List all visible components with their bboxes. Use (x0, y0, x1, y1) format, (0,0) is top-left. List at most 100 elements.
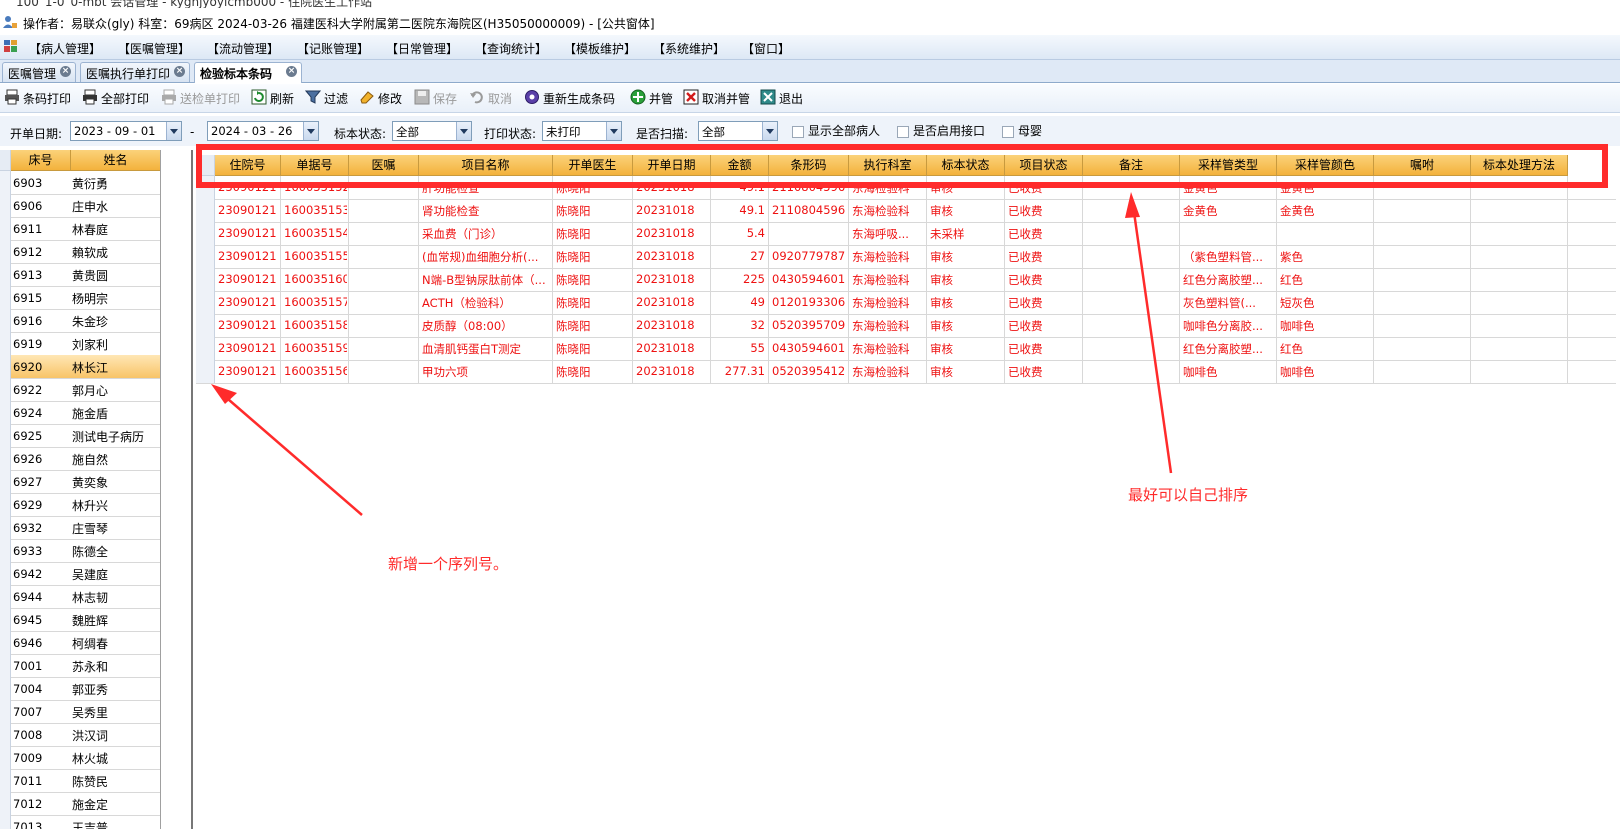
exit-button[interactable]: 退出 (760, 88, 806, 108)
row-header[interactable] (0, 355, 11, 378)
patient-row[interactable]: 6912 賴软成 (0, 240, 160, 264)
row-header[interactable] (0, 470, 11, 493)
menu-flow-management[interactable]: 【流动管理】 (207, 40, 279, 57)
patient-row[interactable]: 7011 陈赞民 (0, 769, 160, 793)
close-icon[interactable]: × (60, 66, 71, 77)
menu-patient-management[interactable]: 【病人管理】 (29, 40, 101, 57)
filter-button[interactable]: 过滤 (305, 88, 351, 108)
patient-row[interactable]: 6911 林春庭 (0, 217, 160, 241)
order-row[interactable]: 23090121 160035156 甲功六项 陈晓阳 20231018 277.31 05… (196, 360, 1616, 384)
row-header[interactable] (0, 792, 11, 815)
order-row[interactable]: 23090121 160035155 (血常规)血细胞分析(... 陈晓阳 202310… (196, 245, 1616, 269)
row-header[interactable] (0, 401, 11, 424)
refresh-button[interactable]: 刷新 (251, 88, 299, 108)
patient-row[interactable]: 7013 王吉普 (0, 815, 160, 829)
chevron-down-icon[interactable] (166, 122, 181, 140)
patient-row[interactable]: 6919 刘家利 (0, 332, 160, 356)
patient-row[interactable]: 6916 朱金珍 (0, 309, 160, 333)
row-header[interactable] (0, 700, 11, 723)
row-header[interactable] (0, 769, 11, 792)
patient-row[interactable]: 6924 施金盾 (0, 401, 160, 425)
menu-window[interactable]: 【窗口】 (742, 40, 790, 57)
order-row[interactable]: 23090121 160035154 采血费（门诊） 陈晓阳 20231018 5.4 东海… (196, 222, 1616, 246)
menu-system-maintenance[interactable]: 【系统维护】 (653, 40, 725, 57)
menu-template-maintenance[interactable]: 【模板维护】 (564, 40, 636, 57)
row-header[interactable] (196, 291, 215, 314)
row-header[interactable] (0, 194, 11, 217)
patient-row[interactable]: 6927 黄奕象 (0, 470, 160, 494)
row-header[interactable] (196, 268, 215, 291)
patient-row[interactable]: 6944 林志韧 (0, 585, 160, 609)
patient-row[interactable]: 6942 吴建庭 (0, 562, 160, 586)
show-all-patients-checkbox[interactable] (792, 126, 804, 138)
row-header[interactable] (0, 332, 11, 355)
row-header[interactable] (0, 631, 11, 654)
order-row[interactable]: 23090121 160035159 血清肌钙蛋白T测定 陈晓阳 20231018 55 0… (196, 337, 1616, 361)
row-header[interactable] (0, 263, 11, 286)
chevron-down-icon[interactable] (606, 122, 621, 140)
order-row[interactable]: 23090121 160035160 N端-B型钠尿肽前体（... 陈晓阳 202310… (196, 268, 1616, 292)
date-from-picker[interactable]: 2023 - 09 - 01 (70, 121, 182, 141)
panel-splitter[interactable] (163, 150, 193, 829)
chevron-down-icon[interactable] (762, 122, 777, 140)
order-row[interactable]: 23090121 160035157 ACTH（检验科） 陈晓阳 20231018 49 0… (196, 291, 1616, 315)
merge-tube-button[interactable]: 并管 (630, 88, 676, 108)
row-header[interactable] (0, 723, 11, 746)
patient-row[interactable]: 6925 测试电子病历 (0, 424, 160, 448)
row-header[interactable] (0, 493, 11, 516)
send-form-print-button[interactable]: 送检单打印 (161, 88, 241, 108)
save-button[interactable]: 保存 (414, 88, 462, 108)
patient-row[interactable]: 6922 郭月心 (0, 378, 160, 402)
use-interface-checkbox[interactable] (897, 126, 909, 138)
patient-row[interactable]: 6906 庄申水 (0, 194, 160, 218)
row-header[interactable] (0, 539, 11, 562)
row-header[interactable] (0, 309, 11, 332)
app-menu-icon[interactable] (4, 40, 17, 52)
chevron-down-icon[interactable] (303, 122, 318, 140)
row-header[interactable] (0, 562, 11, 585)
column-header-name[interactable]: 姓名 (71, 150, 160, 171)
order-row[interactable]: 23090121 160035158 皮质醇（08:00） 陈晓阳 20231018 32… (196, 314, 1616, 338)
patient-row[interactable]: 6913 黄贵圆 (0, 263, 160, 287)
date-to-picker[interactable]: 2024 - 03 - 26 (207, 121, 319, 141)
row-header[interactable] (0, 516, 11, 539)
patient-row[interactable]: 7004 郭亚秀 (0, 677, 160, 701)
edit-button[interactable]: 修改 (359, 88, 407, 108)
row-header[interactable] (196, 222, 215, 245)
patient-row[interactable]: 6933 陈德全 (0, 539, 160, 563)
menu-query-statistics[interactable]: 【查询统计】 (475, 40, 547, 57)
order-row[interactable]: 23090121 160035153 肾功能检查 陈晓阳 20231018 49.1 211… (196, 199, 1616, 223)
menu-accounting-management[interactable]: 【记账管理】 (297, 40, 369, 57)
patient-row[interactable]: 6915 杨明宗 (0, 286, 160, 310)
patient-row[interactable]: 6945 魏胜辉 (0, 608, 160, 632)
row-header[interactable] (0, 654, 11, 677)
row-header[interactable] (196, 360, 215, 383)
menu-daily-management[interactable]: 【日常管理】 (386, 40, 458, 57)
tab-order-management[interactable]: 医嘱管理 × (2, 62, 76, 82)
row-header[interactable] (0, 447, 11, 470)
row-header[interactable] (0, 677, 11, 700)
row-header[interactable] (196, 199, 215, 222)
tab-lab-specimen-barcode[interactable]: 检验标本条码 × (194, 62, 302, 83)
print-all-button[interactable]: 全部打印 (82, 88, 152, 108)
patient-row[interactable]: 6929 林升兴 (0, 493, 160, 517)
row-header[interactable] (0, 171, 11, 194)
patient-row[interactable]: 6903 黄衍勇 (0, 171, 160, 195)
row-header[interactable] (0, 378, 11, 401)
row-header[interactable] (0, 585, 11, 608)
patient-row[interactable]: 7007 吴秀里 (0, 700, 160, 724)
menu-order-management[interactable]: 【医嘱管理】 (118, 40, 190, 57)
barcode-print-button[interactable]: 条码打印 (4, 88, 74, 108)
tab-order-execution-print[interactable]: 医嘱执行单打印 × (80, 62, 190, 82)
column-header-bed[interactable]: 床号 (11, 150, 71, 171)
row-header[interactable] (0, 815, 11, 829)
patient-row[interactable]: 6946 柯绸春 (0, 631, 160, 655)
patient-row[interactable]: 6932 庄雪琴 (0, 516, 160, 540)
row-header[interactable] (0, 240, 11, 263)
close-icon[interactable]: × (286, 66, 297, 77)
row-header[interactable] (0, 286, 11, 309)
patient-row[interactable]: 6920 林长江 (0, 355, 160, 379)
patient-row[interactable]: 7008 洪汉词 (0, 723, 160, 747)
specimen-status-select[interactable]: 全部 (392, 121, 472, 141)
row-header[interactable] (196, 314, 215, 337)
